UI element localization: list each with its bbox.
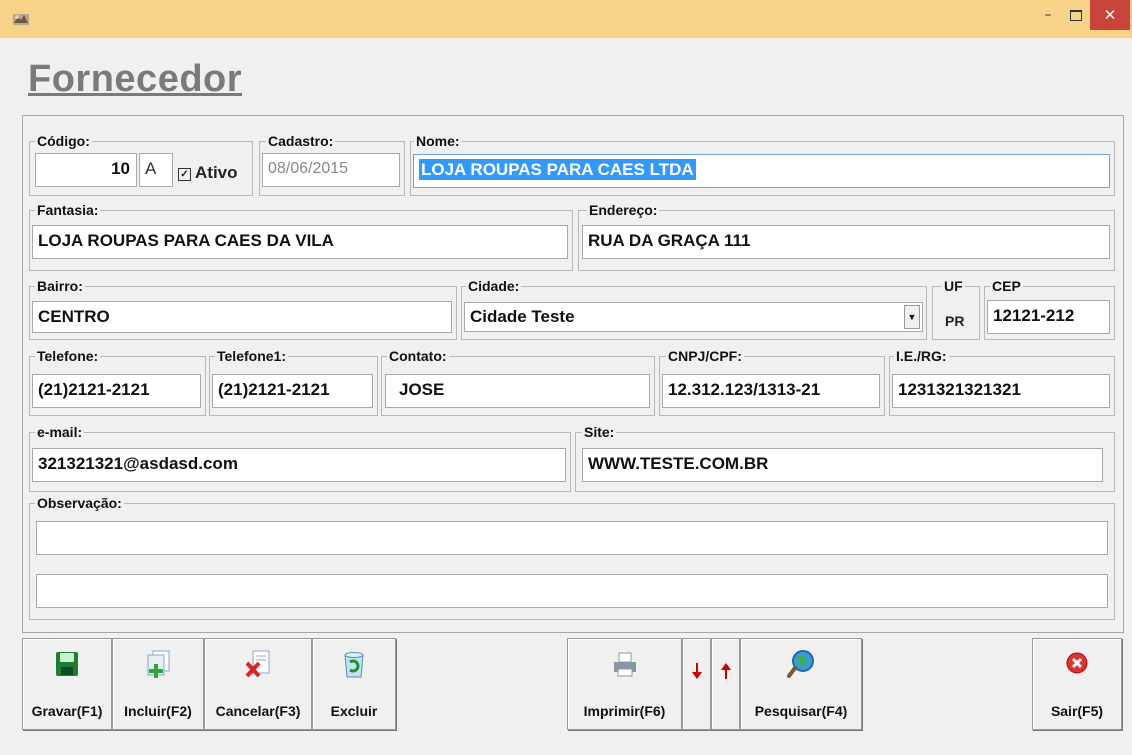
move-down-button[interactable] (682, 638, 711, 730)
maximize-button[interactable] (1062, 0, 1090, 30)
imprimir-button[interactable]: Imprimir(F6) (567, 638, 682, 730)
cep-label: CEP (990, 278, 1023, 294)
contato-field[interactable]: JOSE (385, 374, 650, 408)
uf-label: UF (942, 278, 965, 294)
email-label: e-mail: (35, 424, 85, 440)
fantasia-field[interactable]: LOJA ROUPAS PARA CAES DA VILA (32, 225, 568, 259)
ativo-checkbox[interactable]: ✓ Ativo (178, 163, 238, 183)
cadastro-label: Cadastro: (266, 133, 336, 149)
observacao-label: Observação: (35, 495, 124, 511)
close-icon: ✕ (1103, 6, 1117, 24)
move-up-button[interactable] (711, 638, 740, 730)
telefone1-field[interactable]: (21)2121-2121 (212, 374, 373, 408)
incluir-button[interactable]: Incluir(F2) (112, 638, 204, 730)
excluir-button[interactable]: Excluir (312, 638, 396, 730)
cancelar-label: Cancelar(F3) (215, 703, 301, 719)
bairro-field[interactable]: CENTRO (32, 301, 452, 333)
email-field[interactable]: 321321321@asdasd.com (32, 448, 566, 482)
observacao-line2[interactable] (36, 574, 1108, 608)
excluir-label: Excluir (330, 703, 378, 719)
nome-selected-text: LOJA ROUPAS PARA CAES LTDA (419, 159, 696, 180)
endereco-label: Endereço: (587, 202, 660, 218)
toolbar: Gravar(F1) Incluir(F2) Cancelar(F3) Excl… (22, 638, 1122, 732)
site-field[interactable]: WWW.TESTE.COM.BR (582, 448, 1103, 482)
window-titlebar: – ✕ (0, 0, 1132, 38)
incluir-label: Incluir(F2) (124, 703, 192, 719)
codigo-label: Código: (35, 133, 92, 149)
endereco-field[interactable]: RUA DA GRAÇA 111 (582, 225, 1110, 259)
pesquisar-button[interactable]: Pesquisar(F4) (740, 638, 862, 730)
contato-label: Contato: (387, 348, 449, 364)
cancel-document-icon (245, 650, 270, 678)
nome-field[interactable]: LOJA ROUPAS PARA CAES LTDA (413, 154, 1110, 188)
codigo-field[interactable]: 10 (35, 153, 137, 187)
search-globe-icon (787, 650, 814, 678)
cidade-select[interactable]: Cidade Teste ▼ (464, 302, 923, 332)
checkbox-checked-icon: ✓ (178, 168, 191, 181)
telefone1-label: Telefone1: (215, 348, 288, 364)
cancelar-button[interactable]: Cancelar(F3) (204, 638, 312, 730)
cep-field[interactable]: 12121-212 (987, 300, 1110, 334)
gravar-button[interactable]: Gravar(F1) (22, 638, 112, 730)
cidade-label: Cidade: (466, 278, 522, 294)
uf-value: PR (945, 313, 965, 329)
close-button[interactable]: ✕ (1090, 0, 1130, 30)
app-icon (13, 14, 29, 25)
recycle-bin-icon (344, 652, 364, 678)
nome-label: Nome: (414, 133, 462, 149)
arrow-up-icon (720, 663, 731, 679)
bairro-label: Bairro: (35, 278, 85, 294)
imprimir-label: Imprimir(F6) (583, 703, 666, 719)
pesquisar-label: Pesquisar(F4) (754, 703, 848, 719)
ie-field[interactable]: 1231321321321 (892, 374, 1110, 408)
ativo-label: Ativo (195, 163, 238, 182)
chevron-down-icon[interactable]: ▼ (904, 305, 920, 329)
arrow-down-icon (691, 663, 702, 679)
printer-icon (613, 652, 636, 677)
site-label: Site: (582, 424, 617, 440)
add-document-icon (147, 650, 170, 678)
cnpj-field[interactable]: 12.312.123/1313-21 (662, 374, 880, 408)
cnpj-label: CNPJ/CPF: (666, 348, 744, 364)
gravar-label: Gravar(F1) (31, 703, 103, 719)
fantasia-label: Fantasia: (35, 202, 101, 218)
cadastro-field[interactable]: 08/06/2015 (262, 153, 400, 187)
sair-button[interactable]: Sair(F5) (1032, 638, 1122, 730)
floppy-disk-icon (56, 652, 78, 676)
sair-label: Sair(F5) (1050, 703, 1104, 719)
codigo-type-field[interactable]: A (139, 153, 173, 187)
telefone-label: Telefone: (35, 348, 101, 364)
exit-icon (1066, 652, 1088, 674)
page-title: Fornecedor (28, 58, 243, 100)
minimize-button[interactable]: – (1034, 0, 1062, 30)
telefone-field[interactable]: (21)2121-2121 (32, 374, 201, 408)
observacao-line1[interactable] (36, 521, 1108, 555)
maximize-icon (1070, 9, 1082, 21)
ie-label: I.E./RG: (894, 348, 949, 364)
cidade-selected-value: Cidade Teste (470, 307, 575, 326)
